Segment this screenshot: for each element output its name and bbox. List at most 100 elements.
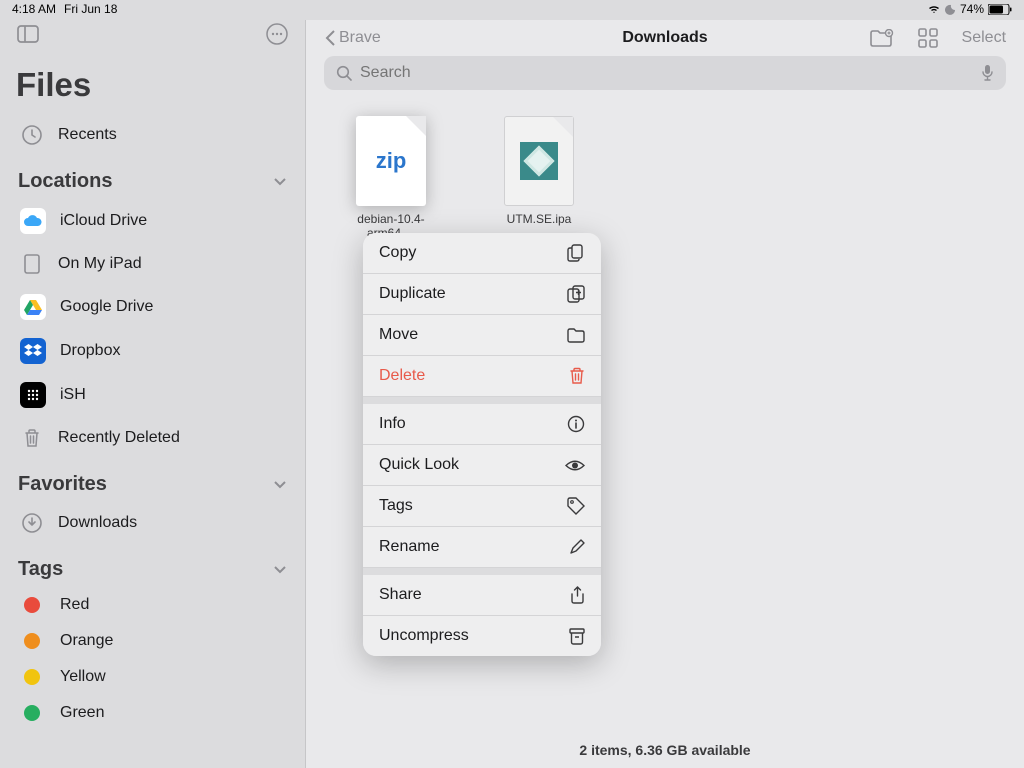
sidebar-item-label: iSH (60, 386, 285, 404)
menu-item-delete[interactable]: Delete (363, 356, 601, 397)
sidebar-item-label: On My iPad (58, 255, 285, 273)
battery-percent: 74% (960, 2, 984, 16)
trash-icon (569, 367, 585, 385)
menu-item-uncompress[interactable]: Uncompress (363, 616, 601, 656)
section-header-tags[interactable]: Tags (16, 544, 289, 587)
sidebar-item-location[interactable]: On My iPad (16, 243, 289, 285)
sidebar-item-label: Recently Deleted (58, 429, 285, 447)
archive-icon (569, 628, 585, 645)
toolbar: Brave Downloads Select (306, 20, 1024, 56)
menu-item-quick-look[interactable]: Quick Look (363, 445, 601, 486)
file-item[interactable]: UTM.SE.ipa (494, 116, 584, 226)
app-title: Files (16, 66, 289, 104)
sidebar-item-location[interactable]: Recently Deleted (16, 417, 289, 459)
back-button[interactable]: Brave (324, 28, 545, 48)
sidebar-item-label: Google Drive (60, 298, 285, 316)
sidebar-item-label: Dropbox (60, 342, 285, 360)
menu-item-share[interactable]: Share (363, 575, 601, 616)
download-circle-icon (20, 511, 44, 535)
menu-item-tags[interactable]: Tags (363, 486, 601, 527)
tag-dot-icon (24, 597, 40, 613)
sidebar-item-tag[interactable]: Yellow (16, 659, 289, 695)
status-date: Fri Jun 18 (64, 2, 117, 16)
duplicate-icon (567, 285, 585, 303)
footer-status: 2 items, 6.36 GB available (306, 732, 1024, 768)
search-field[interactable] (324, 56, 1006, 90)
menu-item-label: Share (379, 586, 422, 604)
file-name: UTM.SE.ipa (507, 212, 572, 226)
tag-icon (567, 497, 585, 515)
ipad-icon (20, 252, 44, 276)
sidebar: Files Recents Locations iCloud Drive On M… (0, 20, 305, 768)
icloud-icon (20, 208, 46, 234)
gdrive-icon (20, 294, 46, 320)
menu-item-copy[interactable]: Copy (363, 233, 601, 274)
pencil-icon (569, 539, 585, 555)
sidebar-toggle-icon[interactable] (16, 22, 40, 46)
status-time: 4:18 AM (12, 2, 56, 16)
sidebar-item-tag[interactable]: Green (16, 695, 289, 731)
menu-item-label: Uncompress (379, 627, 469, 645)
select-button[interactable]: Select (962, 29, 1006, 47)
sidebar-item-label: Recents (58, 126, 285, 144)
tag-dot-icon (24, 633, 40, 649)
chevron-down-icon (273, 565, 287, 574)
section-header-favorites[interactable]: Favorites (16, 459, 289, 502)
wifi-icon (927, 4, 941, 14)
trash-icon (20, 426, 44, 450)
sidebar-item-location[interactable]: Dropbox (16, 329, 289, 373)
ish-icon (20, 382, 46, 408)
search-icon (336, 65, 352, 81)
battery-icon (988, 4, 1012, 15)
menu-item-label: Move (379, 326, 418, 344)
search-input[interactable] (360, 64, 973, 82)
section-header-locations[interactable]: Locations (16, 156, 289, 199)
copy-icon (567, 244, 585, 262)
zip-file-icon: zip (356, 116, 426, 206)
sidebar-item-recents[interactable]: Recents (16, 114, 289, 156)
sidebar-item-label: iCloud Drive (60, 212, 285, 230)
new-folder-icon[interactable] (870, 29, 894, 48)
menu-item-duplicate[interactable]: Duplicate (363, 274, 601, 315)
menu-item-rename[interactable]: Rename (363, 527, 601, 568)
sidebar-item-location[interactable]: iCloud Drive (16, 199, 289, 243)
menu-item-label: Info (379, 415, 406, 433)
context-menu: Copy Duplicate Move Delete Info Quick Look Tag… (363, 233, 601, 656)
menu-item-label: Rename (379, 538, 439, 556)
sidebar-item-location[interactable]: iSH (16, 373, 289, 417)
sidebar-item-label: Yellow (60, 668, 285, 686)
moon-icon (945, 4, 956, 15)
sidebar-item-favorite[interactable]: Downloads (16, 502, 289, 544)
chevron-down-icon (273, 480, 287, 489)
clock-icon (20, 123, 44, 147)
sidebar-item-label: Green (60, 704, 285, 722)
menu-item-label: Delete (379, 367, 425, 385)
ipa-file-icon (504, 116, 574, 206)
sidebar-item-label: Orange (60, 632, 285, 650)
sidebar-item-tag[interactable]: Red (16, 587, 289, 623)
share-icon (570, 586, 585, 604)
eye-icon (565, 459, 585, 472)
page-title: Downloads (555, 29, 776, 47)
tag-dot-icon (24, 705, 40, 721)
view-grid-icon[interactable] (918, 28, 938, 48)
menu-item-info[interactable]: Info (363, 404, 601, 445)
more-icon[interactable] (265, 22, 289, 46)
chevron-left-icon (324, 28, 337, 48)
menu-item-label: Duplicate (379, 285, 446, 303)
sidebar-item-label: Downloads (58, 514, 285, 532)
sidebar-item-location[interactable]: Google Drive (16, 285, 289, 329)
folder-icon (567, 328, 585, 343)
menu-item-label: Tags (379, 497, 413, 515)
status-bar: 4:18 AM Fri Jun 18 74% (0, 0, 1024, 18)
info-icon (567, 415, 585, 433)
mic-icon[interactable] (981, 64, 994, 82)
tag-dot-icon (24, 669, 40, 685)
chevron-down-icon (273, 177, 287, 186)
dropbox-icon (20, 338, 46, 364)
menu-item-label: Copy (379, 244, 416, 262)
sidebar-item-tag[interactable]: Orange (16, 623, 289, 659)
menu-item-move[interactable]: Move (363, 315, 601, 356)
sidebar-item-label: Red (60, 596, 285, 614)
menu-item-label: Quick Look (379, 456, 459, 474)
